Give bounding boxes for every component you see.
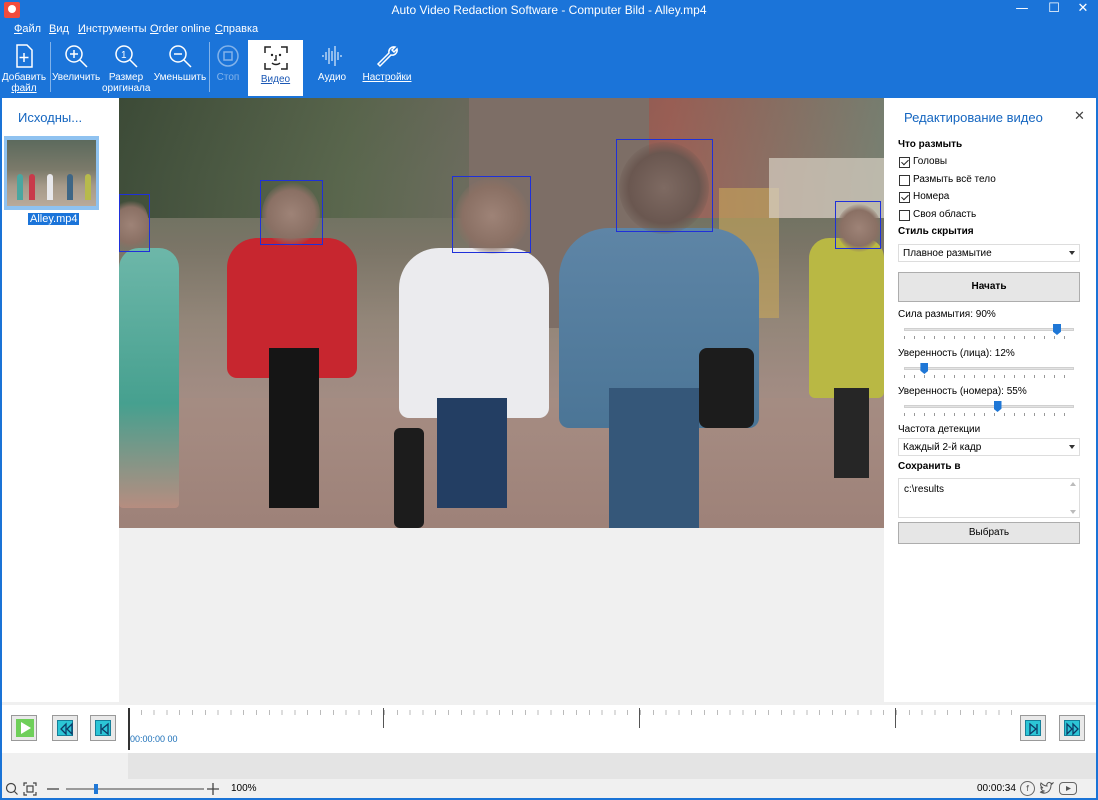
save-to-title: Сохранить в — [898, 461, 961, 472]
video-frame[interactable] — [119, 98, 884, 528]
blur-body-checkbox[interactable] — [899, 175, 910, 186]
plate-confidence-slider[interactable] — [904, 401, 1074, 416]
close-panel-button[interactable]: ✕ — [1074, 109, 1085, 124]
zoom-in-icon — [65, 45, 88, 68]
minimize-button[interactable]: — — [1007, 0, 1037, 20]
sources-panel: Исходны... Alley.mp4 — [2, 98, 119, 702]
duration: 00:00:34 — [977, 783, 1016, 794]
face-detection-box[interactable] — [119, 194, 150, 252]
current-time: 00:00:00 00 — [130, 734, 178, 744]
tab-settings[interactable]: Настройки — [360, 38, 414, 96]
zoom-fit-icon[interactable] — [5, 782, 19, 796]
plate-confidence-label: Уверенность (номера): 55% — [898, 386, 1027, 397]
fast-forward-icon — [1066, 722, 1079, 736]
blur-strength-label: Сила размытия: 90% — [898, 309, 996, 320]
stop-icon — [217, 45, 239, 67]
fit-screen-icon[interactable] — [23, 782, 37, 796]
close-window-button[interactable]: ✕ — [1068, 0, 1098, 20]
play-icon — [16, 719, 34, 737]
zoom-out-button[interactable]: Уменьшить — [153, 38, 207, 96]
source-file-name[interactable]: Alley.mp4 — [28, 213, 80, 225]
what-to-blur-title: Что размыть — [898, 139, 963, 150]
face-confidence-slider[interactable] — [904, 363, 1074, 378]
zoom-out-icon — [169, 45, 192, 68]
twitter-icon[interactable] — [1039, 781, 1055, 796]
sources-title: Исходны... — [18, 110, 83, 125]
slider-thumb[interactable] — [94, 784, 99, 794]
timeline-area: 00:00:00 00 100% 00:00:34 f — [2, 702, 1096, 798]
zoom-plus-icon[interactable] — [206, 782, 220, 796]
chevron-down-icon — [1069, 251, 1075, 255]
menu-help[interactable]: Справка — [215, 23, 258, 35]
save-path-field[interactable]: c:\results — [898, 478, 1080, 518]
ribbon-toolbar: Добавить файл Увеличить 1 Размер оригина… — [0, 38, 1098, 98]
menu-view[interactable]: Вид — [49, 23, 69, 35]
choose-folder-button[interactable]: Выбрать — [898, 522, 1080, 544]
timeline-ruler[interactable]: 00:00:00 00 — [128, 708, 1016, 750]
prev-frame-icon — [100, 722, 109, 736]
maximize-button[interactable]: ☐ — [1039, 0, 1069, 20]
video-editing-panel: Редактирование видео ✕ Что размыть Голов… — [884, 98, 1096, 702]
heads-checkbox[interactable] — [899, 157, 910, 168]
menu-file[interactable]: Файл — [14, 23, 41, 35]
face-detection-box[interactable] — [452, 176, 531, 253]
menu-order-online[interactable]: Order online — [150, 23, 211, 35]
source-thumbnail-item[interactable] — [4, 136, 99, 210]
video-thumbnail — [7, 140, 96, 206]
next-frame-icon — [1029, 722, 1038, 736]
face-confidence-label: Уверенность (лица): 12% — [898, 348, 1015, 359]
hide-style-title: Стиль скрытия — [898, 226, 974, 237]
play-button[interactable] — [11, 715, 37, 741]
prev-frame-button[interactable] — [90, 715, 116, 741]
tab-video[interactable]: Видео — [248, 40, 303, 96]
add-file-button[interactable]: Добавить файл — [0, 38, 48, 96]
ribbon-separator — [209, 42, 210, 92]
slider-thumb[interactable] — [993, 401, 1002, 412]
wrench-icon — [376, 46, 398, 68]
youtube-icon[interactable] — [1059, 782, 1077, 795]
window-title: Auto Video Redaction Software - Computer… — [391, 3, 707, 17]
svg-text:1: 1 — [121, 50, 127, 61]
plates-checkbox[interactable] — [899, 192, 910, 203]
original-size-icon: 1 — [115, 45, 138, 68]
start-button[interactable]: Начать — [898, 272, 1080, 302]
video-preview-area — [119, 98, 884, 702]
face-detect-icon — [263, 46, 288, 70]
face-detection-box[interactable] — [260, 180, 323, 245]
face-detection-box[interactable] — [616, 139, 713, 232]
rewind-icon — [60, 722, 73, 736]
add-file-icon — [16, 44, 33, 68]
original-size-button[interactable]: 1 Размер оригинала — [102, 38, 150, 96]
tab-audio[interactable]: Аудио — [310, 38, 354, 96]
timeline-zoom-slider[interactable] — [66, 784, 204, 794]
face-detection-box[interactable] — [835, 201, 881, 249]
status-bar: 100% 00:00:34 f — [2, 780, 1096, 798]
panel-title: Редактирование видео — [904, 110, 1043, 125]
chevron-down-icon — [1069, 445, 1075, 449]
slider-thumb[interactable] — [1053, 324, 1061, 335]
zoom-in-button[interactable]: Увеличить — [52, 38, 100, 96]
timeline-panel: 00:00:00 00 — [2, 705, 1096, 753]
title-bar: Auto Video Redaction Software - Computer… — [0, 0, 1098, 20]
scrollbar[interactable] — [1068, 480, 1078, 516]
hide-style-dropdown[interactable]: Плавное размытие — [898, 244, 1080, 262]
detect-freq-dropdown[interactable]: Каждый 2-й кадр — [898, 438, 1080, 456]
skip-forward-button[interactable] — [1059, 715, 1085, 741]
menu-bar: Файл Вид Инструменты Order online Справк… — [0, 20, 1098, 38]
ribbon-separator — [50, 42, 51, 92]
facebook-icon[interactable]: f — [1020, 781, 1035, 796]
next-frame-button[interactable] — [1020, 715, 1046, 741]
zoom-minus-icon[interactable] — [46, 782, 60, 796]
blur-strength-slider[interactable] — [904, 324, 1074, 339]
skip-back-button[interactable] — [52, 715, 78, 741]
zoom-level: 100% — [231, 783, 257, 794]
track-strip[interactable] — [128, 753, 1096, 779]
detect-freq-label: Частота детекции — [898, 424, 981, 435]
menu-tools[interactable]: Инструменты — [78, 23, 147, 35]
slider-thumb[interactable] — [920, 363, 929, 374]
stop-button[interactable]: Стоп — [212, 38, 244, 96]
custom-area-checkbox[interactable] — [899, 210, 910, 221]
audio-wave-icon — [322, 46, 342, 66]
